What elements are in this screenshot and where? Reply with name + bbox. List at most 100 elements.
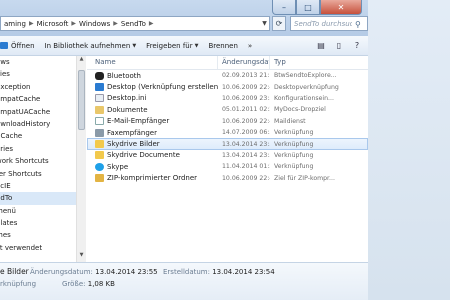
bluetooth-icon [95,71,104,80]
breadcrumb-item[interactable]: SendTo [121,20,146,28]
details-pane: e Bilder Änderungsdatum: 13.04.2014 23:5… [0,262,368,300]
nav-item[interactable]: ownloadHistory [0,118,76,130]
column-header-name[interactable]: Name [87,56,218,69]
search-input[interactable]: SendTo durchsuchen ⚲ [290,16,368,31]
search-placeholder: SendTo durchsuchen [294,19,352,28]
file-row[interactable]: Skype 11.04.2014 01:27 Verknüpfung [87,161,368,172]
view-controls: ▤ ▯ ? [314,40,368,52]
nav-item[interactable]: ews [0,56,76,68]
scroll-up-icon[interactable]: ▲ [77,56,86,66]
nav-item[interactable]: ompatUACache [0,106,76,118]
breadcrumb-item[interactable]: aming [4,20,26,28]
nav-scrollbar[interactable]: ▲ ▼ [76,56,86,262]
change-view-icon[interactable]: ▤ [314,40,328,52]
file-date: 10.06.2009 22:44 [222,117,270,125]
nav-item[interactable]: acIE [0,180,76,192]
nav-item[interactable]: ter Shortcuts [0,168,76,180]
share-with-button[interactable]: Freigeben für ▼ [146,42,198,50]
desktop-background [368,0,450,300]
refresh-button[interactable]: ⟳ [272,16,286,31]
chevron-right-icon[interactable]: ▶ [71,20,76,27]
nav-item[interactable]: menü [0,205,76,217]
skydrive-icon [95,140,104,149]
file-row[interactable]: Skydrive Documente 13.04.2014 23:59 Verk… [87,150,368,161]
created-value: 13.04.2014 23:54 [212,268,275,276]
file-name: Bluetooth [107,71,141,80]
file-row[interactable]: Dokumente 05.01.2011 02:22 MyDocs-Dropzi… [87,104,368,115]
more-commands-button[interactable]: » [248,42,252,50]
burn-button[interactable]: Brennen [208,42,237,50]
share-with-label: Freigeben für [146,41,193,50]
scroll-thumb[interactable] [78,70,85,130]
column-header-type[interactable]: Typ [270,56,368,69]
explorer-window: – □ ✕ aming ▶ Microsoft ▶ Windows ▶ Send… [0,0,368,300]
chevron-right-icon[interactable]: ▶ [149,20,154,27]
close-button[interactable]: ✕ [320,0,362,15]
breadcrumb-item[interactable]: Microsoft [37,20,69,28]
nav-item[interactable]: aries [0,143,76,155]
nav-item[interactable]: ompatCache [0,93,76,105]
chevron-right-icon[interactable]: ▶ [29,20,34,27]
size-value: 1,08 KB [87,280,115,288]
file-row-selected[interactable]: Skydrive Bilder 13.04.2014 23:55 Verknüp… [87,138,368,150]
file-date: 10.06.2009 22:45 [222,174,270,182]
open-button[interactable]: Öffnen [0,42,35,50]
nav-item-sendto[interactable]: ndTo [0,192,76,205]
ini-file-icon [95,94,104,103]
nav-item[interactable]: kies [0,68,76,80]
skype-icon [95,162,104,171]
file-type: Verknüpfung [274,151,314,159]
chevron-down-icon: ▼ [194,42,199,49]
chevron-right-icon[interactable]: ▶ [113,20,118,27]
scroll-down-icon[interactable]: ▼ [77,252,86,262]
maximize-button[interactable]: □ [296,0,320,15]
nav-item[interactable]: work Shortcuts [0,155,76,167]
modified-label: Änderungsdatum: [30,268,93,276]
details-size: Größe: 1,08 KB [62,280,115,288]
file-date: 14.07.2009 06:55 [222,129,270,137]
preview-pane-icon[interactable]: ▯ [332,40,346,52]
breadcrumb-item[interactable]: Windows [79,20,110,28]
file-row[interactable]: Bluetooth 02.09.2013 21:18 BtwSendtoExpl… [87,70,368,81]
file-name: Desktop.ini [107,94,147,103]
add-to-library-button[interactable]: In Bibliothek aufnehmen ▼ [45,42,137,50]
chevron-down-icon: ▼ [132,42,137,49]
file-name: Skydrive Documente [107,151,180,160]
file-name: Skydrive Bilder [107,140,160,149]
file-row[interactable]: Faxempfänger 14.07.2009 06:55 Verknüpfun… [87,127,368,138]
help-icon[interactable]: ? [350,40,364,52]
file-type: Verknüpfung [274,129,314,137]
refresh-icon: ⟳ [275,19,283,28]
file-name: Faxempfänger [107,128,157,137]
file-row[interactable]: E-Mail-Empfänger 10.06.2009 22:44 Maildi… [87,116,368,127]
modified-value: 13.04.2014 23:55 [95,268,158,276]
file-row[interactable]: Desktop.ini 10.06.2009 23:55 Konfigurati… [87,93,368,104]
search-icon[interactable]: ⚲ [355,20,364,29]
details-filename: e Bilder [0,267,29,276]
minimize-button[interactable]: – [272,0,296,15]
file-row[interactable]: Desktop (Verknüpfung erstellen) 10.06.20… [87,81,368,92]
file-type: BtwSendtoExplore... [274,72,337,80]
file-type: Verknüpfung [274,140,314,148]
nav-item[interactable]: ct verwendet [0,242,76,254]
command-bar: Öffnen In Bibliothek aufnehmen ▼ Freigeb… [0,36,368,56]
file-row[interactable]: ZIP-komprimierter Ordner 10.06.2009 22:4… [87,173,368,184]
nav-item[interactable]: plates [0,217,76,229]
column-header-date[interactable]: Änderungsdatum [218,56,270,69]
more-label: » [247,41,253,50]
file-date: 13.04.2014 23:59 [222,151,270,159]
file-type: MyDocs-Dropziel [274,106,326,114]
mail-icon [95,117,104,126]
file-type: Ziel für ZIP-kompr... [274,174,335,182]
nav-item[interactable]: mes [0,229,76,241]
chevron-down-icon[interactable]: ▼ [260,20,269,27]
address-bar[interactable]: aming ▶ Microsoft ▶ Windows ▶ SendTo ▶ ▼ [0,16,270,31]
details-modified: Änderungsdatum: 13.04.2014 23:55 [30,268,158,276]
nav-item[interactable]: dCache [0,130,76,142]
file-date: 05.01.2011 02:22 [222,106,270,114]
file-type: Desktopverknüpfung [274,83,339,91]
nav-item[interactable]: Exception [0,81,76,93]
file-name: ZIP-komprimierter Ordner [107,174,198,183]
open-label: Öffnen [11,41,35,50]
burn-label: Brennen [208,41,238,50]
